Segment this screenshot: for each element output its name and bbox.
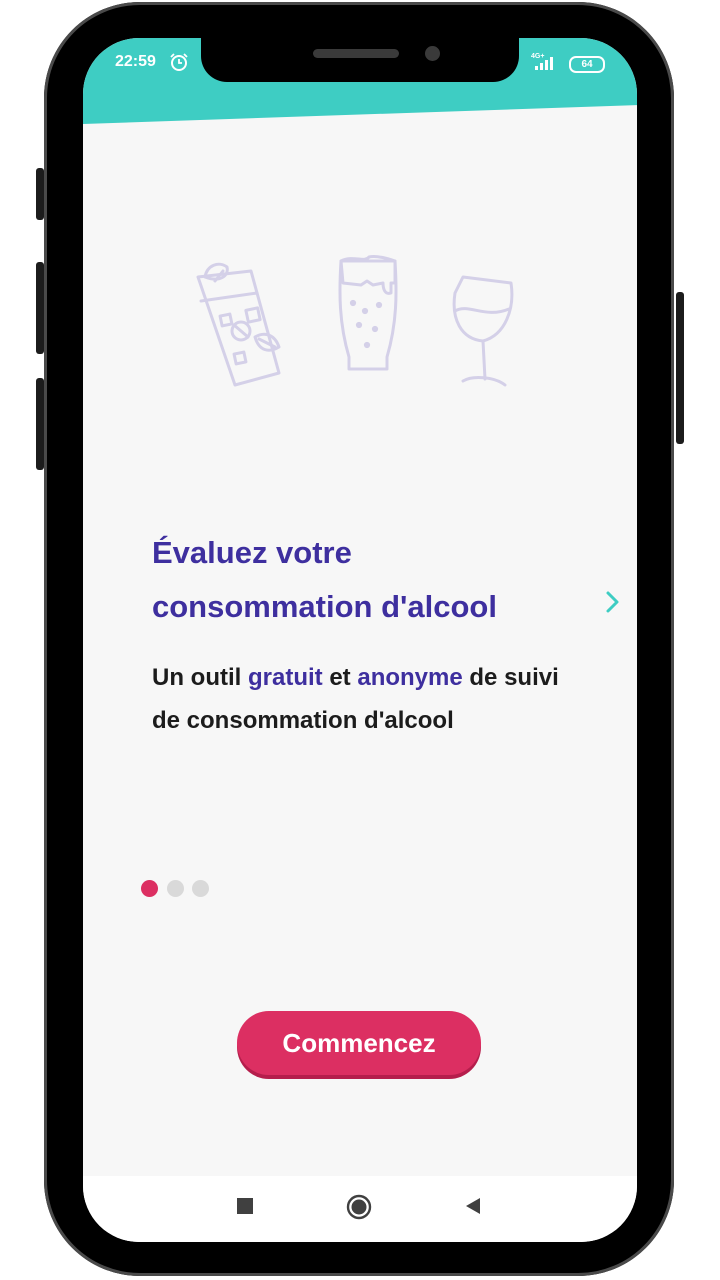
subtitle-text-1: Un outil bbox=[152, 664, 248, 691]
android-navigation-bar bbox=[83, 1176, 637, 1242]
phone-side-button bbox=[36, 168, 44, 220]
chevron-right-icon[interactable] bbox=[603, 590, 623, 614]
title-line-1: Évaluez votre bbox=[152, 535, 352, 570]
recent-apps-icon[interactable] bbox=[235, 1196, 255, 1219]
back-icon[interactable] bbox=[463, 1196, 483, 1219]
subtitle-highlight-free: gratuit bbox=[247, 664, 323, 691]
home-icon[interactable] bbox=[345, 1193, 373, 1224]
page-dot-3[interactable] bbox=[192, 880, 209, 897]
page-dot-2[interactable] bbox=[167, 880, 184, 897]
front-camera bbox=[425, 46, 440, 61]
speaker-grille bbox=[313, 49, 399, 58]
subtitle-text-2: et bbox=[322, 664, 358, 691]
drinks-illustration bbox=[196, 255, 514, 387]
alarm-icon bbox=[170, 53, 188, 71]
wine-glass-icon bbox=[452, 275, 514, 387]
camera-notch bbox=[201, 38, 519, 82]
status-time: 22:59 bbox=[115, 53, 156, 70]
battery-indicator: 64 bbox=[569, 56, 605, 73]
start-button[interactable]: Commencez bbox=[237, 1011, 481, 1075]
signal-icon: 4G+ bbox=[531, 53, 553, 70]
app-screen: 22:59 4G+ 64 Évaluez votre consommation … bbox=[83, 38, 637, 1242]
onboarding-title: Évaluez votre consommation d'alcool bbox=[152, 526, 592, 634]
phone-volume-down-button bbox=[36, 378, 44, 470]
cocktail-icon bbox=[196, 262, 281, 387]
beer-icon bbox=[338, 255, 398, 371]
network-label: 4G+ bbox=[531, 53, 544, 60]
title-line-2: consommation d'alcool bbox=[152, 589, 497, 624]
page-dot-1[interactable] bbox=[141, 880, 158, 897]
battery-level: 64 bbox=[581, 59, 593, 70]
subtitle-highlight-anonymous: anonyme bbox=[357, 664, 463, 691]
phone-volume-up-button bbox=[36, 262, 44, 354]
phone-power-button bbox=[676, 292, 684, 444]
onboarding-subtitle: Un outil gratuit et anonyme de suivi de … bbox=[152, 656, 592, 742]
